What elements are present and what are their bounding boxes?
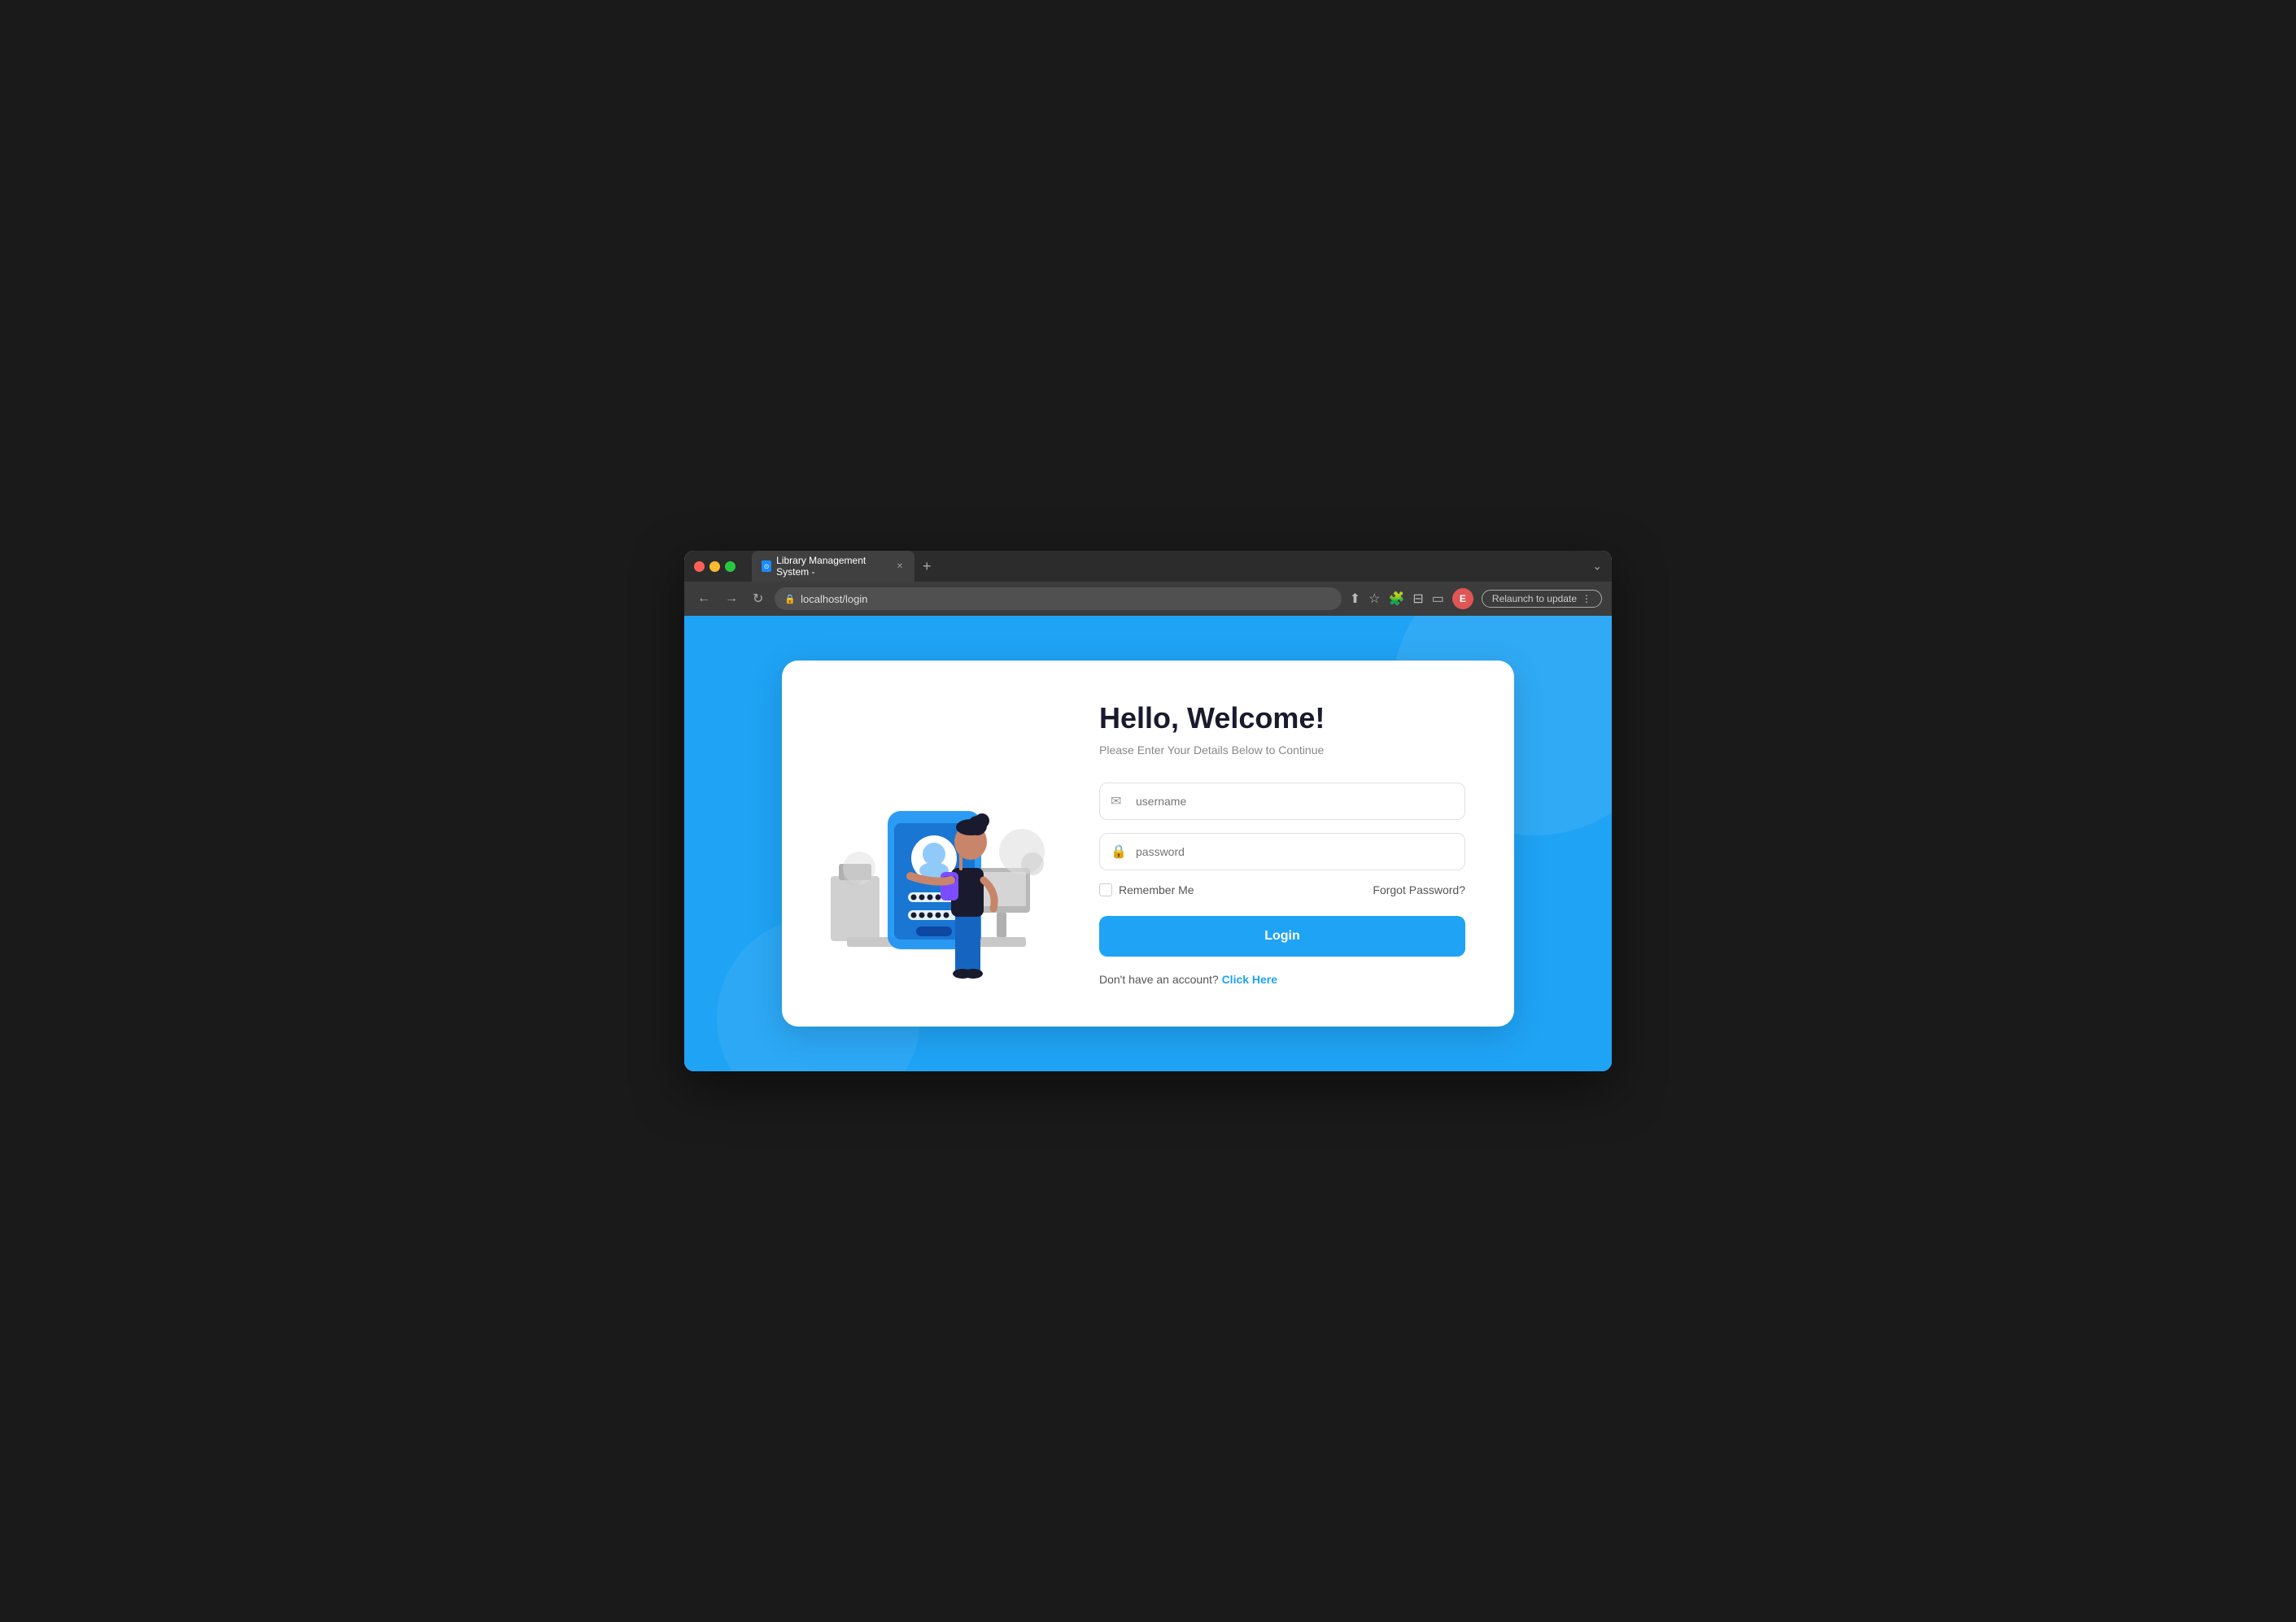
- browser-window: ⊙ Library Management System - ✕ + ⌄ ← → …: [684, 551, 1612, 1071]
- browser-titlebar: ⊙ Library Management System - ✕ + ⌄: [684, 551, 1612, 582]
- login-card: Hello, Welcome! Please Enter Your Detail…: [782, 661, 1514, 1027]
- back-button[interactable]: ←: [694, 588, 714, 609]
- lock-icon: 🔒: [784, 594, 796, 604]
- share-icon[interactable]: ⬆: [1350, 591, 1360, 607]
- remember-me-text: Remember Me: [1119, 883, 1194, 896]
- signup-link[interactable]: Click Here: [1222, 973, 1277, 986]
- username-icon: ✉: [1111, 793, 1121, 809]
- url-text: localhost/login: [801, 593, 867, 605]
- tab-close-button[interactable]: ✕: [895, 560, 905, 572]
- form-side: Hello, Welcome! Please Enter Your Detail…: [1099, 701, 1465, 986]
- password-input-group: 🔒: [1099, 833, 1465, 870]
- tab-title: Library Management System -: [776, 555, 890, 578]
- password-icon: 🔒: [1111, 844, 1127, 860]
- profile-button[interactable]: E: [1452, 588, 1473, 609]
- chevron-down-icon[interactable]: ⌄: [1592, 560, 1602, 573]
- new-tab-button[interactable]: +: [919, 558, 935, 575]
- minimize-button[interactable]: [709, 561, 720, 572]
- browser-toolbar: ← → ↻ 🔒 localhost/login ⬆ ☆ 🧩 ⊟ ▭ E Rela…: [684, 582, 1612, 616]
- display-icon[interactable]: ▭: [1432, 591, 1444, 607]
- tab-bar: ⊙ Library Management System - ✕ +: [752, 551, 1602, 582]
- login-button[interactable]: Login: [1099, 916, 1465, 957]
- page-content: Hello, Welcome! Please Enter Your Detail…: [684, 616, 1612, 1071]
- sidebar-icon[interactable]: ⊟: [1412, 591, 1423, 607]
- password-input[interactable]: [1099, 833, 1465, 870]
- remember-me-label[interactable]: Remember Me: [1099, 883, 1194, 896]
- bookmark-icon[interactable]: ☆: [1368, 591, 1380, 607]
- username-input[interactable]: [1099, 783, 1465, 820]
- relaunch-label: Relaunch to update: [1492, 593, 1577, 604]
- form-title: Hello, Welcome!: [1099, 701, 1465, 735]
- form-options: Remember Me Forgot Password?: [1099, 883, 1465, 896]
- signup-link-container: Don't have an account? Click Here: [1099, 973, 1465, 986]
- close-button[interactable]: [694, 561, 705, 572]
- login-illustration: [814, 705, 1059, 982]
- toolbar-right: ⬆ ☆ 🧩 ⊟ ▭ E Relaunch to update ⋮: [1350, 588, 1602, 609]
- forward-button[interactable]: →: [722, 588, 741, 609]
- form-subtitle: Please Enter Your Details Below to Conti…: [1099, 743, 1465, 756]
- username-input-group: ✉: [1099, 783, 1465, 820]
- active-tab[interactable]: ⊙ Library Management System - ✕: [752, 551, 914, 582]
- extensions-icon[interactable]: 🧩: [1388, 591, 1404, 607]
- relaunch-button[interactable]: Relaunch to update ⋮: [1482, 590, 1602, 608]
- address-bar[interactable]: 🔒 localhost/login: [775, 587, 1341, 610]
- tab-favicon: ⊙: [762, 560, 771, 572]
- illustration-side: [814, 705, 1059, 982]
- window-controls: ⌄: [1586, 560, 1602, 573]
- illustration-container: [814, 705, 1059, 982]
- relaunch-menu-icon: ⋮: [1582, 593, 1591, 604]
- remember-me-checkbox[interactable]: [1099, 883, 1112, 896]
- signup-text: Don't have an account?: [1099, 973, 1219, 986]
- forgot-password-link[interactable]: Forgot Password?: [1373, 883, 1465, 896]
- refresh-button[interactable]: ↻: [749, 587, 766, 610]
- traffic-lights: [694, 561, 736, 572]
- maximize-button[interactable]: [725, 561, 736, 572]
